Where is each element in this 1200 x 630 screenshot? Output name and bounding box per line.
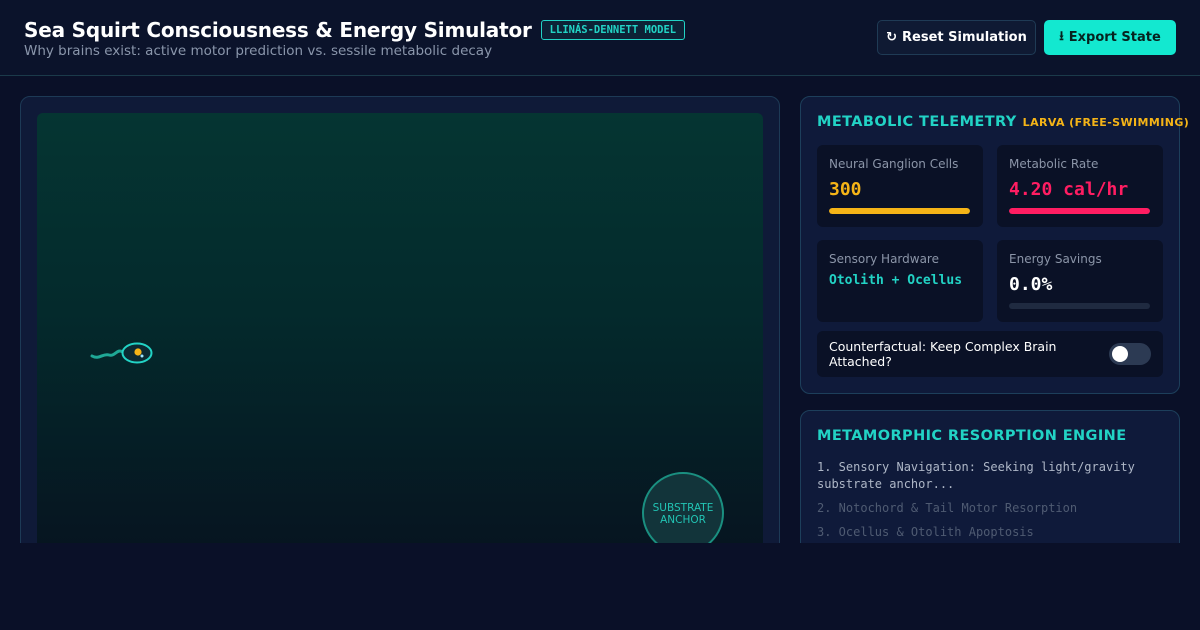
- resorption-steps: 1. Sensory Navigation: Seeking light/gra…: [817, 459, 1167, 543]
- simulation-canvas[interactable]: [37, 113, 763, 543]
- engine-title: METAMORPHIC RESORPTION ENGINE: [817, 428, 1127, 444]
- metabolic-rate-card: Metabolic Rate 4.20 cal/hr: [997, 145, 1163, 227]
- resorption-step: 1. Sensory Navigation: Seeking light/gra…: [817, 460, 1135, 491]
- card-label: Metabolic Rate: [1009, 157, 1099, 171]
- neural-cells-card: Neural Ganglion Cells 300: [817, 145, 983, 227]
- anchor-label: SUBSTRATE ANCHOR: [652, 502, 714, 526]
- life-stage-label: LARVA (FREE-SWIMMING): [1022, 116, 1190, 129]
- counterfactual-row: Counterfactual: Keep Complex Brain Attac…: [817, 331, 1163, 377]
- telemetry-heading: METABOLIC TELEMETRY LARVA (FREE-SWIMMING…: [817, 114, 1189, 130]
- neural-cells-bar: [829, 208, 970, 214]
- neural-cells-bar-fill: [829, 208, 970, 214]
- counterfactual-label: Counterfactual: Keep Complex Brain Attac…: [829, 339, 1057, 369]
- card-label: Sensory Hardware: [829, 252, 939, 266]
- keep-brain-toggle[interactable]: [1109, 343, 1151, 365]
- card-label: Energy Savings: [1009, 252, 1102, 266]
- metabolic-rate-bar-fill: [1009, 208, 1150, 214]
- card-label: Neural Ganglion Cells: [829, 157, 959, 171]
- metabolic-rate-bar: [1009, 208, 1150, 214]
- energy-savings-bar: [1009, 303, 1150, 309]
- engine-heading: METAMORPHIC RESORPTION ENGINE: [817, 428, 1127, 444]
- resorption-engine-panel: METAMORPHIC RESORPTION ENGINE 1. Sensory…: [800, 410, 1180, 543]
- telemetry-title: METABOLIC TELEMETRY: [817, 114, 1017, 130]
- sensory-hardware-card: Sensory Hardware Otolith + Ocellus: [817, 240, 983, 322]
- sensory-hardware-value: Otolith + Ocellus: [829, 273, 963, 288]
- neural-cells-value: 300: [829, 179, 862, 200]
- resorption-step: 2. Notochord & Tail Motor Resorption: [817, 501, 1078, 515]
- resorption-step: 3. Ocellus & Otolith Apoptosis: [817, 525, 1034, 539]
- viewport-clip: SUBSTRATE ANCHOR METABOLIC TELEMETRY LAR…: [0, 0, 1200, 543]
- energy-savings-value: 0.0%: [1009, 274, 1053, 295]
- sea-squirt-larva-icon[interactable]: [90, 340, 156, 366]
- toggle-knob: [1112, 346, 1128, 362]
- energy-savings-card: Energy Savings 0.0%: [997, 240, 1163, 322]
- metabolic-telemetry-panel: METABOLIC TELEMETRY LARVA (FREE-SWIMMING…: [800, 96, 1189, 394]
- metabolic-rate-value: 4.20 cal/hr: [1009, 179, 1129, 200]
